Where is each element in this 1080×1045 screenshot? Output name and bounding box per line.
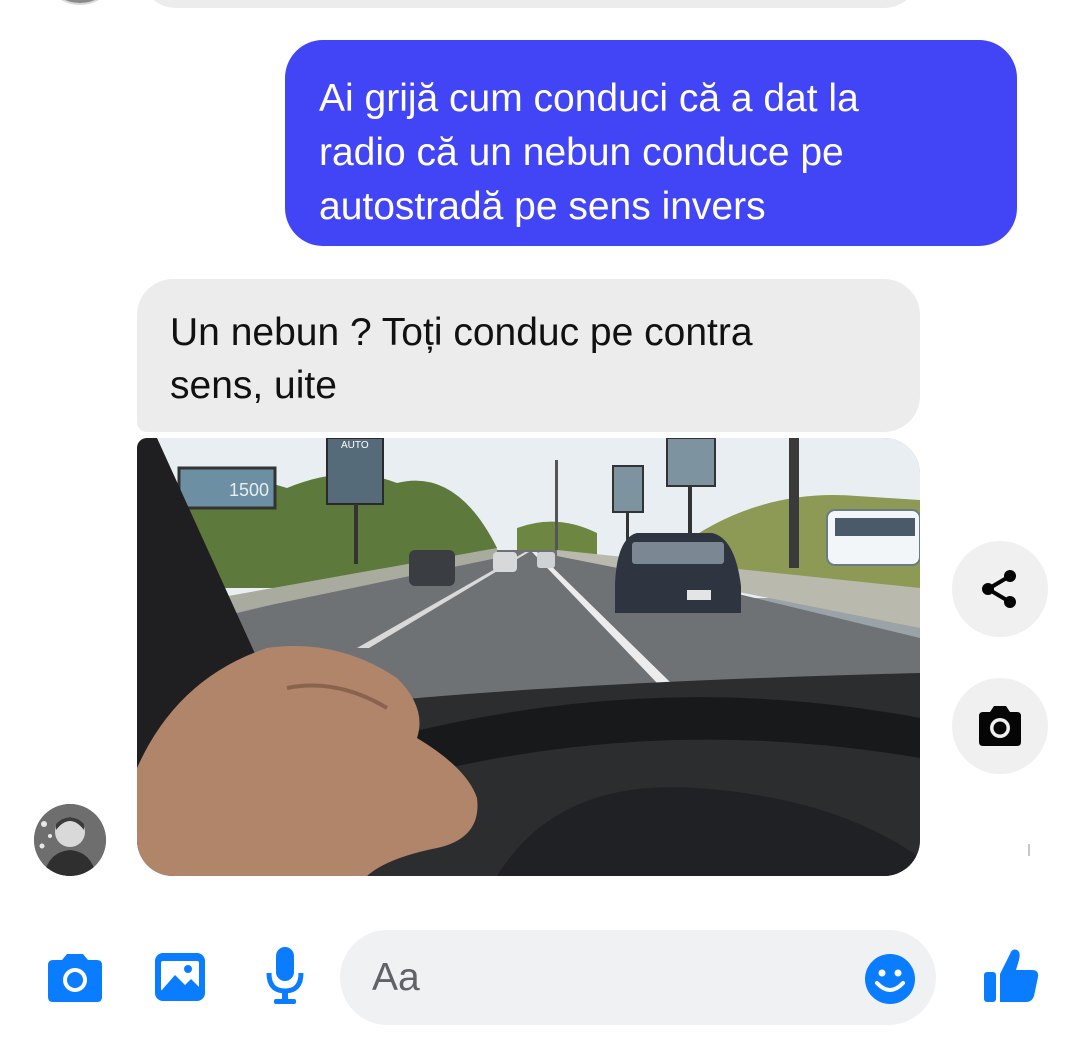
sign-right <box>666 438 716 487</box>
share-button[interactable] <box>952 541 1048 637</box>
car-far-2 <box>537 552 555 568</box>
emoji-button[interactable] <box>864 953 916 1005</box>
light-pole <box>555 460 558 560</box>
mic-icon <box>266 947 304 1004</box>
avatar-portrait <box>34 804 106 876</box>
billboard-label: 1500 <box>229 480 269 500</box>
gallery-button[interactable] <box>152 950 208 1004</box>
billboard-tall-label: AUTO <box>341 440 369 451</box>
suv-windshield <box>632 542 724 564</box>
car-oncoming-left <box>409 550 455 586</box>
share-icon <box>982 570 1016 608</box>
camera-icon <box>979 706 1021 746</box>
like-button[interactable] <box>982 946 1040 1004</box>
sent-message-line: Ai grijă cum conduci că a dat la <box>319 77 859 120</box>
previous-message-bubble <box>140 0 920 8</box>
sent-message-line: radio că un nebun conduce pe <box>319 131 844 174</box>
like-icon <box>984 949 1039 1002</box>
sent-message-bubble[interactable]: Ai grijă cum conduci că a dat la radio c… <box>285 40 1017 246</box>
emoji-icon <box>865 954 915 1004</box>
gallery-icon <box>155 953 205 1001</box>
sign <box>612 465 644 513</box>
car-far <box>493 552 517 572</box>
contact-avatar[interactable] <box>34 804 106 876</box>
received-photo[interactable]: 1500 AUTO <box>137 438 920 876</box>
previous-avatar <box>50 0 110 5</box>
driving-photo-illustration: 1500 AUTO <box>137 438 920 876</box>
mic-button[interactable] <box>262 944 308 1006</box>
received-message-bubble[interactable]: Un nebun ? Toți conduc pe contra sens, u… <box>137 279 920 432</box>
received-message-line: Un nebun ? Toți conduc pe contra <box>170 311 753 354</box>
suv-plate <box>687 590 711 600</box>
message-input-placeholder: Aa <box>372 956 420 999</box>
message-input[interactable]: Aa <box>340 930 936 1025</box>
bus-windows <box>835 518 915 536</box>
composer-camera-button[interactable] <box>44 950 106 1006</box>
received-message-line: sens, uite <box>170 364 337 407</box>
sent-message-line: autostradă pe sens invers <box>319 185 766 228</box>
camera-icon <box>48 954 102 1002</box>
billboard-pole <box>354 504 358 564</box>
camera-button[interactable] <box>952 678 1048 774</box>
scroll-marker <box>1028 844 1030 856</box>
utility-pole <box>789 438 799 568</box>
